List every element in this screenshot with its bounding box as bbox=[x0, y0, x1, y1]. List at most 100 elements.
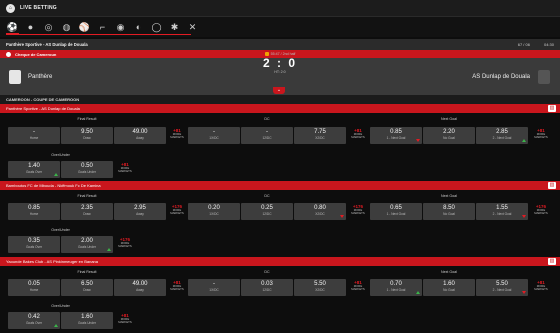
odd-button[interactable]: - Home bbox=[8, 127, 60, 144]
sports-divider bbox=[6, 34, 191, 35]
more-markets-button[interactable]: +81 MORE MARKETS bbox=[116, 162, 134, 173]
odd-button[interactable]: 49.00 Away bbox=[114, 279, 166, 296]
odd-button[interactable]: 0.50 Goals Under bbox=[61, 161, 113, 178]
odd-button[interactable]: 5.50 X2/DC bbox=[294, 279, 346, 296]
market-title: DC bbox=[264, 270, 270, 274]
market-title: Next Goal bbox=[441, 194, 457, 198]
match-header[interactable]: Panthère Sportive - AS Dunlap de Douala … bbox=[0, 39, 560, 50]
market-title: Next Goal bbox=[441, 117, 457, 121]
home-shirt-icon bbox=[9, 69, 21, 84]
odd-button[interactable]: 1.60 Goals Under bbox=[61, 312, 113, 329]
esports-icon[interactable]: ✕ bbox=[186, 21, 199, 34]
event-header[interactable]: Bamboutos FC de Mbouda - Nkffmouk Fc De … bbox=[0, 181, 560, 190]
odd-button[interactable]: -12/DC bbox=[241, 127, 293, 144]
odd-button[interactable]: 2.00 Goals Under bbox=[61, 236, 113, 253]
odd-button[interactable]: 2.95 Away bbox=[114, 203, 166, 220]
odd-button[interactable]: 2.20 No Goal bbox=[423, 127, 475, 144]
odd-button[interactable]: 0.85 1 - Next Goal bbox=[370, 127, 422, 144]
odd-button[interactable]: -1X/DC bbox=[188, 127, 240, 144]
stats-icon[interactable]: ▥ bbox=[548, 258, 556, 265]
market-title: Final Result bbox=[77, 270, 97, 274]
more-markets-button[interactable]: +81 MORE MARKETS bbox=[349, 128, 367, 139]
cricket-icon[interactable]: ◯ bbox=[150, 21, 163, 34]
more-markets-button[interactable]: +81 MORE MARKETS bbox=[168, 280, 186, 291]
event-header[interactable]: Panthère Sportive - AS Dunlap de Douala … bbox=[0, 104, 560, 113]
odd-button[interactable]: 0.03 12/DC bbox=[241, 279, 293, 296]
odd-button[interactable]: 1.60 No Goal bbox=[423, 279, 475, 296]
odd-button[interactable]: -1X/DC bbox=[188, 279, 240, 296]
competition-name: Cheque de Cameroun bbox=[15, 51, 57, 57]
odd-button[interactable]: 8.50 No Goal bbox=[423, 203, 475, 220]
league-header: CAMEROON - COUPE DE CAMEROON bbox=[0, 95, 560, 104]
more-markets-button[interactable]: +81 MORE MARKETS bbox=[168, 128, 186, 139]
badminton-icon[interactable]: ✱ bbox=[168, 21, 181, 34]
halftime-score: HT: 2:0 bbox=[274, 70, 286, 74]
match-name: Panthère Sportive - AS Dunlap de Douala bbox=[6, 42, 88, 47]
market-title: DC bbox=[264, 194, 270, 198]
market-title: Final Result bbox=[77, 117, 97, 121]
home-team: Panthère bbox=[28, 73, 53, 80]
odd-button[interactable]: 1.55 2 - Next Goal bbox=[476, 203, 528, 220]
market-title: Next Goal bbox=[441, 270, 457, 274]
odd-button[interactable]: 0.85 Home bbox=[8, 203, 60, 220]
odd-button[interactable]: 0.25 12/DC bbox=[241, 203, 293, 220]
football-icon[interactable]: ⚽ bbox=[6, 21, 19, 34]
odd-button[interactable]: 0.20 1X/DC bbox=[188, 203, 240, 220]
odd-button[interactable]: 5.50 2 - Next Goal bbox=[476, 279, 528, 296]
odds-up-icon bbox=[54, 173, 58, 176]
chevron-down-icon[interactable]: ⌄ bbox=[273, 87, 285, 94]
odd-button[interactable]: 0.70 1 - Next Goal bbox=[370, 279, 422, 296]
event-header[interactable]: Yaounde Bakes Club - AS Pinkinmeuger en … bbox=[0, 257, 560, 266]
volleyball-icon[interactable]: ◍ bbox=[60, 21, 73, 34]
odd-button[interactable]: 0.05 Home bbox=[8, 279, 60, 296]
handball-icon[interactable]: ◉ bbox=[114, 21, 127, 34]
odd-button[interactable]: 0.35 Goals Over bbox=[8, 236, 60, 253]
stats-icon[interactable]: ▥ bbox=[548, 182, 556, 189]
page-title: LIVE BETTING bbox=[20, 5, 57, 11]
market-title: Final Result bbox=[77, 194, 97, 198]
event-name: Bamboutos FC de Mbouda - Nkffmouk Fc De … bbox=[6, 183, 101, 188]
odd-button[interactable]: 2.35 Draw bbox=[61, 203, 113, 220]
stats-icon[interactable]: ▥ bbox=[548, 105, 556, 112]
more-markets-button[interactable]: +176 MORE MARKETS bbox=[349, 204, 367, 215]
odds-down-icon bbox=[416, 139, 420, 142]
odd-button[interactable]: 0.42 Goals Over bbox=[8, 312, 60, 329]
table-tennis-icon[interactable]: ◐ bbox=[132, 21, 145, 34]
odds-up-icon bbox=[54, 324, 58, 327]
match-time: 04:30 bbox=[543, 42, 554, 47]
odd-button[interactable]: 9.50 Draw bbox=[61, 127, 113, 144]
football-icon bbox=[6, 51, 11, 57]
odd-button[interactable]: 6.50 Draw bbox=[61, 279, 113, 296]
tennis-icon[interactable]: ◎ bbox=[42, 21, 55, 34]
hockey-icon[interactable]: ⌐ bbox=[96, 21, 109, 34]
more-markets-button[interactable]: +81 MORE MARKETS bbox=[116, 313, 134, 324]
odd-button[interactable]: 1.40 Goals Over bbox=[8, 161, 60, 178]
baseball-icon[interactable]: ⚾ bbox=[78, 21, 91, 34]
odds-up-icon bbox=[522, 139, 526, 142]
more-markets-button[interactable]: +81 MORE MARKETS bbox=[532, 128, 550, 139]
basketball-icon[interactable]: ● bbox=[24, 21, 37, 34]
odds-down-icon bbox=[522, 291, 526, 294]
odd-button[interactable]: 7.75 X2/DC bbox=[294, 127, 346, 144]
away-shirt-icon bbox=[538, 69, 550, 84]
odd-button[interactable]: 2.85 2 - Next Goal bbox=[476, 127, 528, 144]
more-markets-button[interactable]: +176 MORE MARKETS bbox=[532, 204, 550, 215]
home-icon[interactable]: ⌂ bbox=[6, 3, 15, 13]
more-markets-button[interactable]: +81 MORE MARKETS bbox=[532, 280, 550, 291]
odd-button[interactable]: 49.00 Away bbox=[114, 127, 166, 144]
odds-up-icon bbox=[107, 248, 111, 251]
market-title: Over/Under bbox=[51, 228, 70, 232]
odds-down-icon bbox=[522, 215, 526, 218]
more-markets-button[interactable]: +176 MORE MARKETS bbox=[116, 237, 134, 248]
scoreboard: Cheque de Cameroun Panthère AS Dunlap de… bbox=[0, 50, 560, 95]
odd-button[interactable]: 0.80 X2/DC bbox=[294, 203, 346, 220]
odd-button[interactable]: 0.65 1 - Next Goal bbox=[370, 203, 422, 220]
away-team: AS Dunlap de Douala bbox=[472, 73, 530, 80]
more-markets-button[interactable]: +81 MORE MARKETS bbox=[349, 280, 367, 291]
market-title: Over/Under bbox=[51, 304, 70, 308]
more-markets-button[interactable]: +176 MORE MARKETS bbox=[168, 204, 186, 215]
odds-up-icon bbox=[416, 291, 420, 294]
event-name: Yaounde Bakes Club - AS Pinkinmeuger en … bbox=[6, 259, 98, 264]
top-bar: ⌂ LIVE BETTING bbox=[0, 0, 560, 17]
event-name: Panthère Sportive - AS Dunlap de Douala bbox=[6, 106, 80, 111]
